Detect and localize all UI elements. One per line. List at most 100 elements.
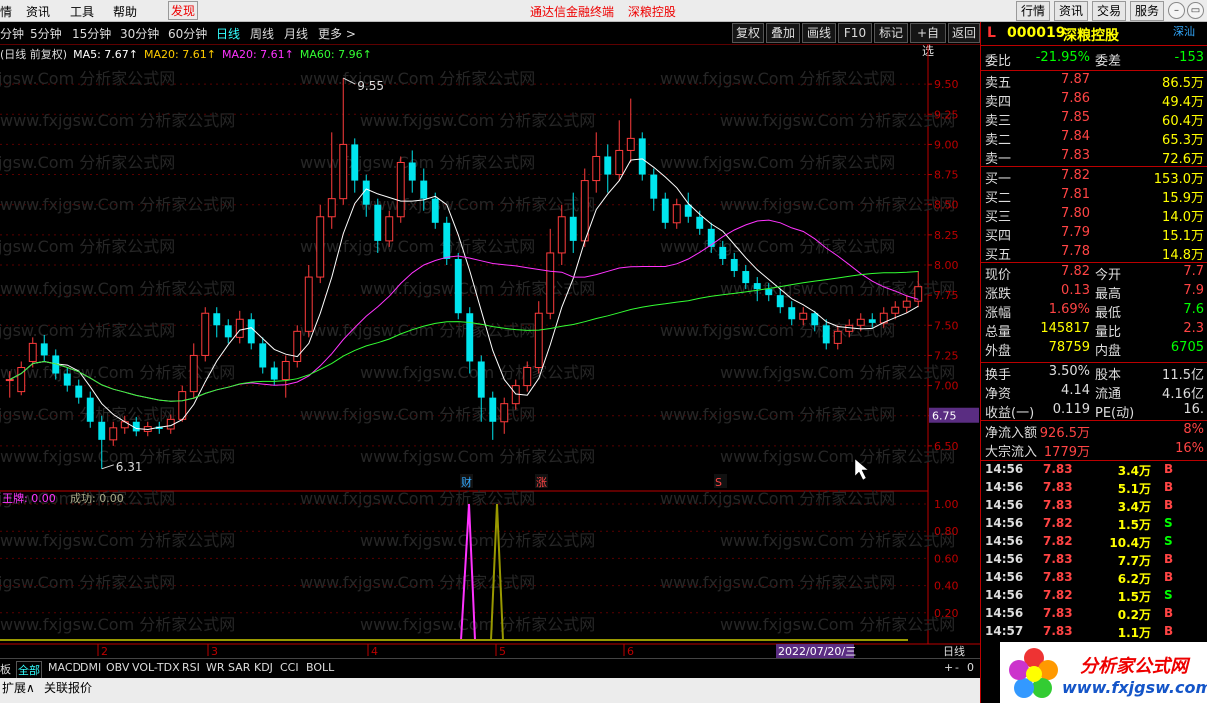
tab-cci[interactable]: CCI [280,661,299,674]
period-60min[interactable]: 60分钟 [168,25,207,42]
zoom-minus-icon[interactable]: - [955,661,959,674]
row-label: 现价 [985,268,1012,283]
flower-logo-icon [1009,648,1058,698]
row-label: 涨跌 [985,287,1012,302]
row-value-1: 145817 [1040,321,1090,336]
quote-button[interactable]: 行情 [1016,1,1050,21]
tick-volume: 0.2万 [1117,608,1151,622]
candle-body [661,198,669,223]
watermark-text: www.fxjgsw.Com 分析家公式网 [360,615,595,634]
tab-dmi[interactable]: DMI [80,661,101,674]
period-15min[interactable]: 15分钟 [72,25,111,42]
period-1min[interactable]: 分钟 [0,25,24,42]
y-tick-label: 8.50 [934,199,959,212]
watermark-text: www.fxjgsw.Com 分析家公式网 [660,153,895,172]
chart-grid: www.fxjgsw.Com 分析家公式网 www.fxjgsw.Com 分析家公… [0,44,980,644]
adjust-button[interactable]: 复权 [732,23,764,43]
expand-toggle[interactable]: 扩展∧ [2,679,35,696]
tab-vol-tdx[interactable]: VOL-TDX [132,661,180,674]
tab-all[interactable]: 全部 [16,661,42,679]
tab-macd[interactable]: MACD [48,661,81,674]
overlay-button[interactable]: 叠加 [766,23,800,43]
row-label-2: 最高 [1095,287,1122,302]
tab-obv[interactable]: OBV [106,661,129,674]
tab-rsi[interactable]: RSI [182,661,200,674]
row-value-2: 49.4万 [1162,95,1204,110]
trade-button[interactable]: 交易 [1092,1,1126,21]
price-tag-text: 6.75 [932,410,957,423]
period-30min[interactable]: 30分钟 [120,25,159,42]
watermark-text: www.fxjgsw.Com 分析家公式网 [0,279,235,298]
fund-row: 净资 4.14 流通 4.16亿 [981,383,1207,402]
zoom-plus-icon[interactable]: + [944,661,953,674]
row-value-1: 7.80 [1061,206,1090,221]
watermark-text: www.fxjgsw.Com 分析家公式网 [660,69,895,88]
legend-ma20-a: MA20: 7.61↑ [144,48,216,61]
fund-row: 换手 3.50% 股本 11.5亿 [981,364,1207,383]
candle-body [765,289,773,296]
row-value-1: 0.13 [1061,283,1090,298]
row-value-2: 7.7 [1183,264,1204,279]
menu-news[interactable]: 资讯 [26,3,50,20]
row-label: 卖三 [985,114,1012,129]
period-daily[interactable]: 日线 [216,25,240,42]
period-5min[interactable]: 5分钟 [30,25,62,42]
tick-volume: 10.4万 [1109,536,1151,550]
candle-body [270,367,278,380]
menu-tools[interactable]: 工具 [70,3,94,20]
period-weekly[interactable]: 周线 [250,25,274,42]
row-value-2: 153.0万 [1153,172,1204,187]
row-value-1: 7.81 [1061,187,1090,202]
row-label-2: 今开 [1095,268,1122,283]
menu-quote[interactable]: 情 [0,3,12,20]
tick-volume: 1.1万 [1117,626,1151,640]
tab-boll[interactable]: BOLL [306,661,334,674]
menu-discover[interactable]: 发现 [168,1,199,20]
tick-time: 14:56 [985,534,1024,548]
watermark-text: www.fxjgsw.Com 分析家公式网 [720,363,955,382]
tab-sar[interactable]: SAR [228,661,250,674]
tick-volume: 1.5万 [1117,518,1151,532]
tab-wr[interactable]: WR [206,661,225,674]
watermark-text: www.fxjgsw.Com 分析家公式网 [660,237,895,256]
tick-row: 14:56 7.82 1.5万 S [981,588,1207,606]
watermark-text: www.fxjgsw.Com 分析家公式网 [300,153,535,172]
y-tick-label: 6.50 [934,440,959,453]
tick-time: 14:57 [985,624,1024,638]
row-label: 卖五 [985,76,1012,91]
period-monthly[interactable]: 月线 [284,25,308,42]
tick-direction: S [1164,516,1173,530]
tick-direction: B [1164,606,1174,620]
stock-name: 深粮控股 [1063,28,1119,44]
minimize-icon[interactable]: – [1168,2,1185,19]
row-value-2: 8% [1183,422,1204,437]
restore-icon[interactable]: ▭ [1187,2,1204,19]
back-button[interactable]: 返回 [948,23,980,43]
news-button[interactable]: 资讯 [1054,1,1088,21]
site-logo: 分析家公式网 www.fxjgsw.com [1000,642,1207,703]
candle-body [707,228,715,247]
tab-board[interactable]: 板 [0,661,11,677]
candle-body [811,313,819,326]
service-button[interactable]: 服务 [1130,1,1164,21]
market-label: 深汕 [1173,25,1195,38]
tick-price: 7.83 [1043,606,1073,620]
menu-help[interactable]: 帮助 [113,3,137,20]
tab-kdj[interactable]: KDJ [254,661,273,674]
f10-button[interactable]: F10 [838,23,872,43]
mark-button[interactable]: 标记 [874,23,908,43]
weibi-value: -21.95% [1035,50,1090,65]
row-value-2: 14.0万 [1162,210,1204,225]
watermark-text: www.fxjgsw.Com 分析家公式网 [300,69,535,88]
period-more[interactable]: 更多 > [318,25,356,42]
candle-body [259,343,267,368]
zoom-reset[interactable]: 0 [967,661,974,674]
draw-button[interactable]: 画线 [802,23,836,43]
kline-chart[interactable]: www.fxjgsw.Com 分析家公式网 www.fxjgsw.Com 分析家公… [0,44,980,658]
row-label: 买四 [985,229,1012,244]
watermark-text: www.fxjgsw.Com 分析家公式网 [360,363,595,382]
related-quote[interactable]: 关联报价 [44,679,92,696]
candle-body [40,343,48,356]
add-favorite-button[interactable]: +自选 [910,23,946,58]
stock-title: 深粮控股 [627,5,676,19]
